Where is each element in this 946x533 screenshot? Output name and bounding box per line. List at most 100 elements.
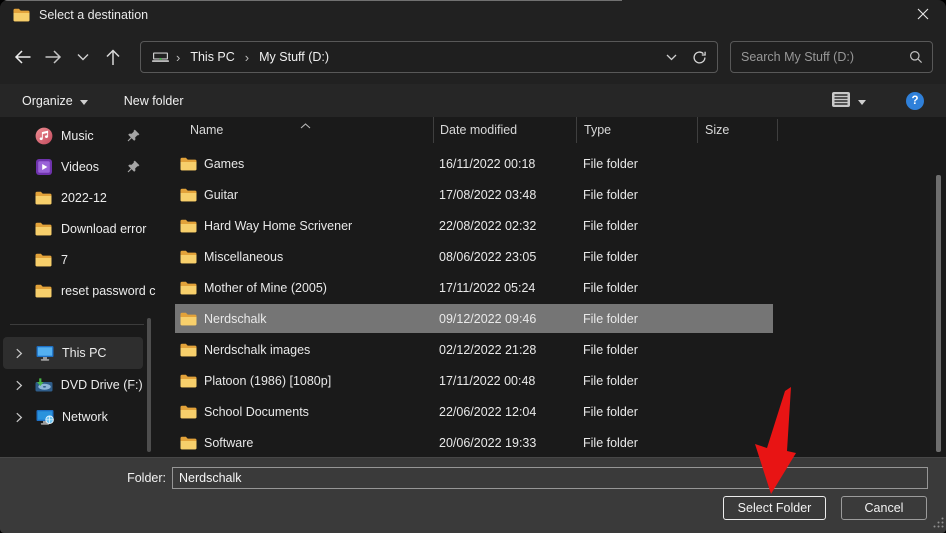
- folder-icon: [34, 191, 53, 205]
- column-header-date-modified[interactable]: Date modified: [433, 117, 576, 143]
- command-toolbar: Organize New folder ?: [0, 84, 946, 117]
- refresh-button[interactable]: [685, 43, 713, 71]
- breadcrumb-my-stuff[interactable]: My Stuff (D:): [256, 48, 332, 66]
- file-name: Games: [204, 157, 244, 171]
- sidebar-item-2022-12[interactable]: 2022-12: [0, 182, 160, 213]
- file-list-body: Games16/11/2022 00:18File folderGuitar17…: [160, 148, 946, 458]
- this-pc-icon: [35, 345, 55, 362]
- column-header-name[interactable]: Name: [160, 117, 433, 143]
- sidebar-tree-item-this-pc[interactable]: This PC: [3, 337, 143, 369]
- new-folder-button[interactable]: New folder: [118, 90, 190, 112]
- file-row-hard-way-home-scrivener[interactable]: Hard Way Home Scrivener22/08/2022 02:32F…: [160, 210, 946, 241]
- folder-name-input[interactable]: [172, 467, 928, 489]
- file-row-software[interactable]: Software20/06/2022 19:33File folder: [160, 427, 946, 458]
- navigation-pane: Music Videos 2022-12 Download error 7 reset p…: [0, 117, 160, 457]
- sidebar-item-label: Download error: [61, 222, 160, 236]
- file-name: Software: [204, 436, 253, 450]
- help-button[interactable]: ?: [906, 92, 924, 110]
- file-row-school-documents[interactable]: School Documents 22/06/2022 12:04File fol…: [160, 396, 946, 427]
- list-view-icon: [831, 91, 851, 111]
- sidebar-item-label: 2022-12: [61, 191, 160, 205]
- dvd-icon: [34, 378, 54, 393]
- column-header-label: Size: [705, 123, 729, 137]
- file-row-nerdschalk-images[interactable]: Nerdschalk images02/12/2022 21:28File fo…: [160, 334, 946, 365]
- file-date-modified: 17/11/2022 00:48: [433, 374, 576, 388]
- dialog-footer: Folder: Select Folder Cancel: [0, 457, 946, 533]
- file-date-modified: 17/11/2022 05:24: [433, 281, 576, 295]
- file-name: Nerdschalk: [204, 312, 267, 326]
- file-row-nerdschalk[interactable]: Nerdschalk 09/12/2022 09:46File folder: [160, 303, 946, 334]
- file-type: File folder: [576, 343, 697, 357]
- sidebar-item-download-error[interactable]: Download error: [0, 213, 160, 244]
- select-folder-button[interactable]: Select Folder: [723, 496, 826, 520]
- sidebar-item-videos[interactable]: Videos: [0, 151, 160, 182]
- sidebar-scrollbar-thumb[interactable]: [147, 318, 151, 452]
- column-header-row: Name Date modified Type Size: [160, 117, 946, 143]
- column-header-label: Name: [190, 123, 223, 137]
- chevron-down-icon: [858, 94, 866, 108]
- file-name: Miscellaneous: [204, 250, 283, 264]
- sidebar-item-label: 7: [61, 253, 160, 267]
- folder-icon: [180, 436, 197, 450]
- back-button[interactable]: [8, 42, 38, 72]
- column-header-size[interactable]: Size: [697, 117, 777, 143]
- title-bar: Select a destination: [0, 0, 946, 30]
- file-row-guitar[interactable]: Guitar17/08/2022 03:48File folder: [160, 179, 946, 210]
- breadcrumb-this-pc[interactable]: This PC: [187, 48, 237, 66]
- file-name: Platoon (1986) [1080p]: [204, 374, 331, 388]
- dialog-title: Select a destination: [39, 8, 148, 22]
- up-button[interactable]: [98, 42, 128, 72]
- column-header-type[interactable]: Type: [576, 117, 697, 143]
- file-type: File folder: [576, 405, 697, 419]
- folder-icon: [13, 8, 30, 22]
- sidebar-tree-item-dvd-drive-f-c[interactable]: DVD Drive (F:) C: [3, 369, 143, 401]
- list-scrollbar-thumb[interactable]: [936, 175, 941, 452]
- navigation-bar: › This PC › My Stuff (D:): [0, 30, 946, 84]
- forward-button[interactable]: [38, 42, 68, 72]
- file-type: File folder: [576, 312, 697, 326]
- organize-label: Organize: [22, 94, 73, 108]
- file-row-mother-of-mine-2005[interactable]: Mother of Mine (2005)17/11/2022 05:24Fil…: [160, 272, 946, 303]
- search-input[interactable]: [731, 50, 909, 64]
- sidebar-item-label: reset password c: [61, 284, 160, 298]
- quick-access-list: Music Videos 2022-12 Download error 7 reset p…: [0, 117, 160, 306]
- chevron-right-icon[interactable]: [15, 348, 25, 359]
- music-icon: [34, 127, 53, 145]
- close-button[interactable]: [900, 0, 946, 30]
- file-type: File folder: [576, 219, 697, 233]
- change-view-button[interactable]: [825, 87, 872, 115]
- chevron-right-icon[interactable]: [15, 380, 24, 391]
- recent-locations-button[interactable]: [68, 42, 98, 72]
- network-icon: [35, 409, 55, 426]
- folder-icon: [34, 253, 53, 267]
- file-date-modified: 09/12/2022 09:46: [433, 312, 576, 326]
- resize-grip[interactable]: [932, 516, 945, 532]
- videos-icon: [34, 158, 53, 176]
- cancel-button[interactable]: Cancel: [841, 496, 927, 520]
- sidebar-item-reset-password-c[interactable]: reset password c: [0, 275, 160, 306]
- address-bar[interactable]: › This PC › My Stuff (D:): [140, 41, 718, 73]
- chevron-right-icon[interactable]: [15, 412, 25, 423]
- file-row-miscellaneous[interactable]: Miscellaneous08/06/2022 23:05File folder: [160, 241, 946, 272]
- main-content: Music Videos 2022-12 Download error 7 reset p…: [0, 117, 946, 457]
- file-name: School Documents: [204, 405, 309, 419]
- file-date-modified: 20/06/2022 19:33: [433, 436, 576, 450]
- address-dropdown-button[interactable]: [657, 43, 685, 71]
- file-list: Name Date modified Type Size Games16/11/202…: [160, 117, 946, 457]
- file-row-platoon-1986-1080p[interactable]: Platoon (1986) [1080p]17/11/2022 00:48Fi…: [160, 365, 946, 396]
- organize-button[interactable]: Organize: [16, 90, 94, 112]
- file-name: Hard Way Home Scrivener: [204, 219, 352, 233]
- sidebar-item-music[interactable]: Music: [0, 120, 160, 151]
- column-header-label: Date modified: [440, 123, 517, 137]
- file-date-modified: 22/06/2022 12:04: [433, 405, 576, 419]
- sidebar-item-7[interactable]: 7: [0, 244, 160, 275]
- folder-icon: [34, 222, 53, 236]
- file-name: Mother of Mine (2005): [204, 281, 327, 295]
- file-row-games[interactable]: Games16/11/2022 00:18File folder: [160, 148, 946, 179]
- folder-icon: [180, 374, 197, 388]
- nav-buttons: [8, 41, 128, 73]
- file-name: Nerdschalk images: [204, 343, 310, 357]
- sidebar-item-label: Videos: [61, 160, 127, 174]
- sidebar-tree-item-network[interactable]: Network: [3, 401, 143, 433]
- search-icon: [909, 50, 923, 64]
